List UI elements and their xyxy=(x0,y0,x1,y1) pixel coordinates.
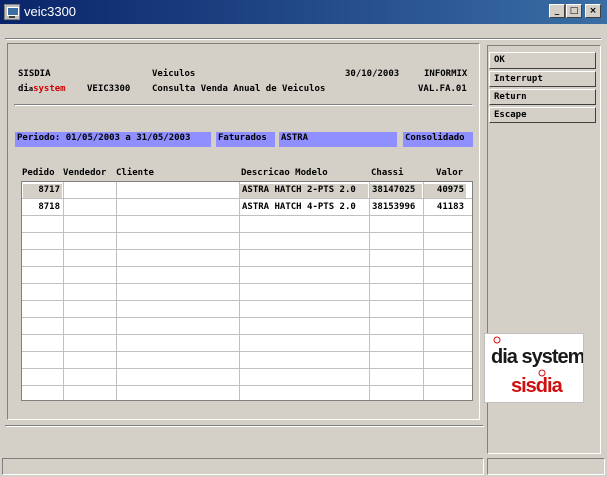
table-row-chassi[interactable]: 38153996 xyxy=(370,201,422,215)
program-description: Consulta Venda Anual de Veiculos xyxy=(152,84,326,94)
col-header-chassi: Chassi xyxy=(371,168,404,178)
return-button[interactable]: Return xyxy=(489,89,596,105)
table-row-pedido[interactable]: 8717 xyxy=(23,184,62,198)
window-title: veic3300 xyxy=(24,4,77,19)
table-row-cliente[interactable] xyxy=(117,201,238,215)
row-divider xyxy=(22,368,472,369)
close-button[interactable]: × xyxy=(585,4,601,18)
logo-line2: sisdia xyxy=(511,375,564,397)
row-divider xyxy=(22,300,472,301)
program-code: VEIC3300 xyxy=(87,84,131,94)
title-bar: veic3300 _ □ × xyxy=(0,0,607,24)
row-divider xyxy=(22,351,472,352)
ok-button[interactable]: OK xyxy=(489,52,596,69)
maximize-button[interactable]: □ xyxy=(566,4,582,18)
app-window-icon xyxy=(4,4,20,20)
logo-line1: dia system xyxy=(491,346,583,368)
table-row-modelo[interactable]: ASTRA HATCH 2-PTS 2.0 xyxy=(240,184,368,198)
modelo-field: ASTRA xyxy=(279,132,397,147)
status-bar xyxy=(0,456,607,477)
row-divider xyxy=(22,317,472,318)
row-divider xyxy=(22,215,472,216)
row-divider xyxy=(22,334,472,335)
logo-graphic: dia system sisdia xyxy=(491,336,586,397)
bottom-separator xyxy=(5,425,484,427)
faturados-field: Faturados xyxy=(216,132,275,147)
header-date: 30/10/2003 xyxy=(345,69,400,79)
table-row-vendedor[interactable] xyxy=(64,184,115,198)
col-header-modelo: Descricao Modelo xyxy=(241,168,328,178)
row-divider xyxy=(22,283,472,284)
row-divider xyxy=(22,266,472,267)
brand-system: system xyxy=(33,84,66,94)
table-row-chassi[interactable]: 38147025 xyxy=(370,184,422,198)
table-row-cliente[interactable] xyxy=(117,184,238,198)
col-header-cliente: Cliente xyxy=(116,168,154,178)
sales-table: 8717 ASTRA HATCH 2-PTS 2.0 38147025 4097… xyxy=(21,181,473,401)
col-header-valor: Valor xyxy=(436,168,464,178)
brand-prefix: di xyxy=(18,84,29,94)
dia-system-logo: dia system sisdia xyxy=(484,333,586,403)
interrupt-button[interactable]: Interrupt xyxy=(489,71,596,87)
row-divider xyxy=(22,198,472,199)
col-header-pedido: Pedido xyxy=(22,168,55,178)
row-divider xyxy=(22,232,472,233)
row-divider xyxy=(22,385,472,386)
table-row-modelo[interactable]: ASTRA HATCH 4-PTS 2.0 xyxy=(240,201,368,215)
database-name: INFORMIX xyxy=(424,69,468,79)
minimize-button[interactable]: _ xyxy=(549,4,565,18)
consolidado-field: Consolidado xyxy=(403,132,473,147)
table-row-valor[interactable]: 41183 xyxy=(424,201,466,215)
escape-button[interactable]: Escape xyxy=(489,107,596,123)
brand-label: diasystem xyxy=(18,84,66,95)
header-separator xyxy=(14,104,473,106)
system-name: SISDIA xyxy=(18,69,51,79)
screen-code: VAL.FA.01 xyxy=(418,84,467,94)
periodo-field: Periodo: 01/05/2003 a 31/05/2003 xyxy=(15,132,211,147)
table-row-pedido[interactable]: 8718 xyxy=(23,201,62,215)
module-name: Veiculos xyxy=(152,69,196,79)
col-header-vendedor: Vendedor xyxy=(63,168,107,178)
status-segment-main xyxy=(2,458,484,475)
table-row-valor[interactable]: 40975 xyxy=(424,184,466,198)
row-divider xyxy=(22,249,472,250)
status-segment-right xyxy=(487,458,605,475)
table-row-vendedor[interactable] xyxy=(64,201,115,215)
top-separator xyxy=(5,38,602,40)
